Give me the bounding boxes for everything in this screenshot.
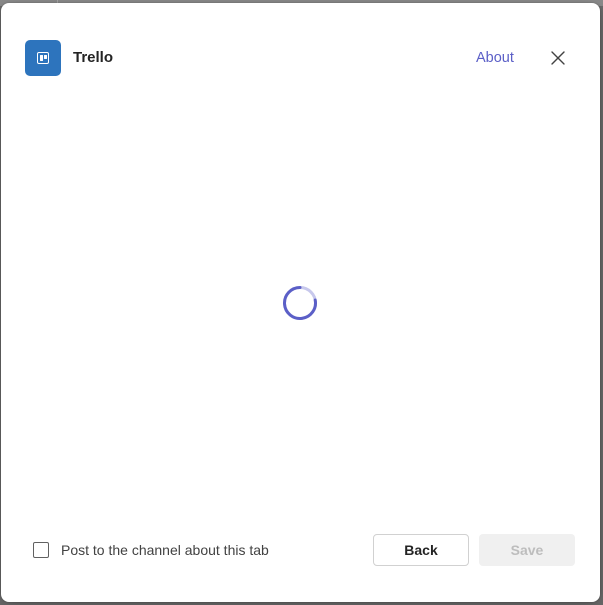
trello-column-right [43, 54, 47, 59]
close-button[interactable] [547, 47, 569, 69]
trello-column-left [39, 54, 43, 61]
about-link[interactable]: About [476, 49, 514, 67]
close-icon [551, 51, 565, 65]
loading-spinner-icon [283, 286, 317, 320]
back-button[interactable]: Back [373, 534, 469, 566]
add-tab-dialog: Trello About Post to the channel about t… [1, 3, 600, 602]
trello-board-icon [37, 52, 49, 64]
post-to-channel-checkbox[interactable] [33, 542, 49, 558]
app-title: Trello [73, 49, 114, 66]
save-button: Save [479, 534, 575, 566]
app-logo [25, 40, 61, 76]
post-to-channel-label[interactable]: Post to the channel about this tab [61, 542, 269, 558]
